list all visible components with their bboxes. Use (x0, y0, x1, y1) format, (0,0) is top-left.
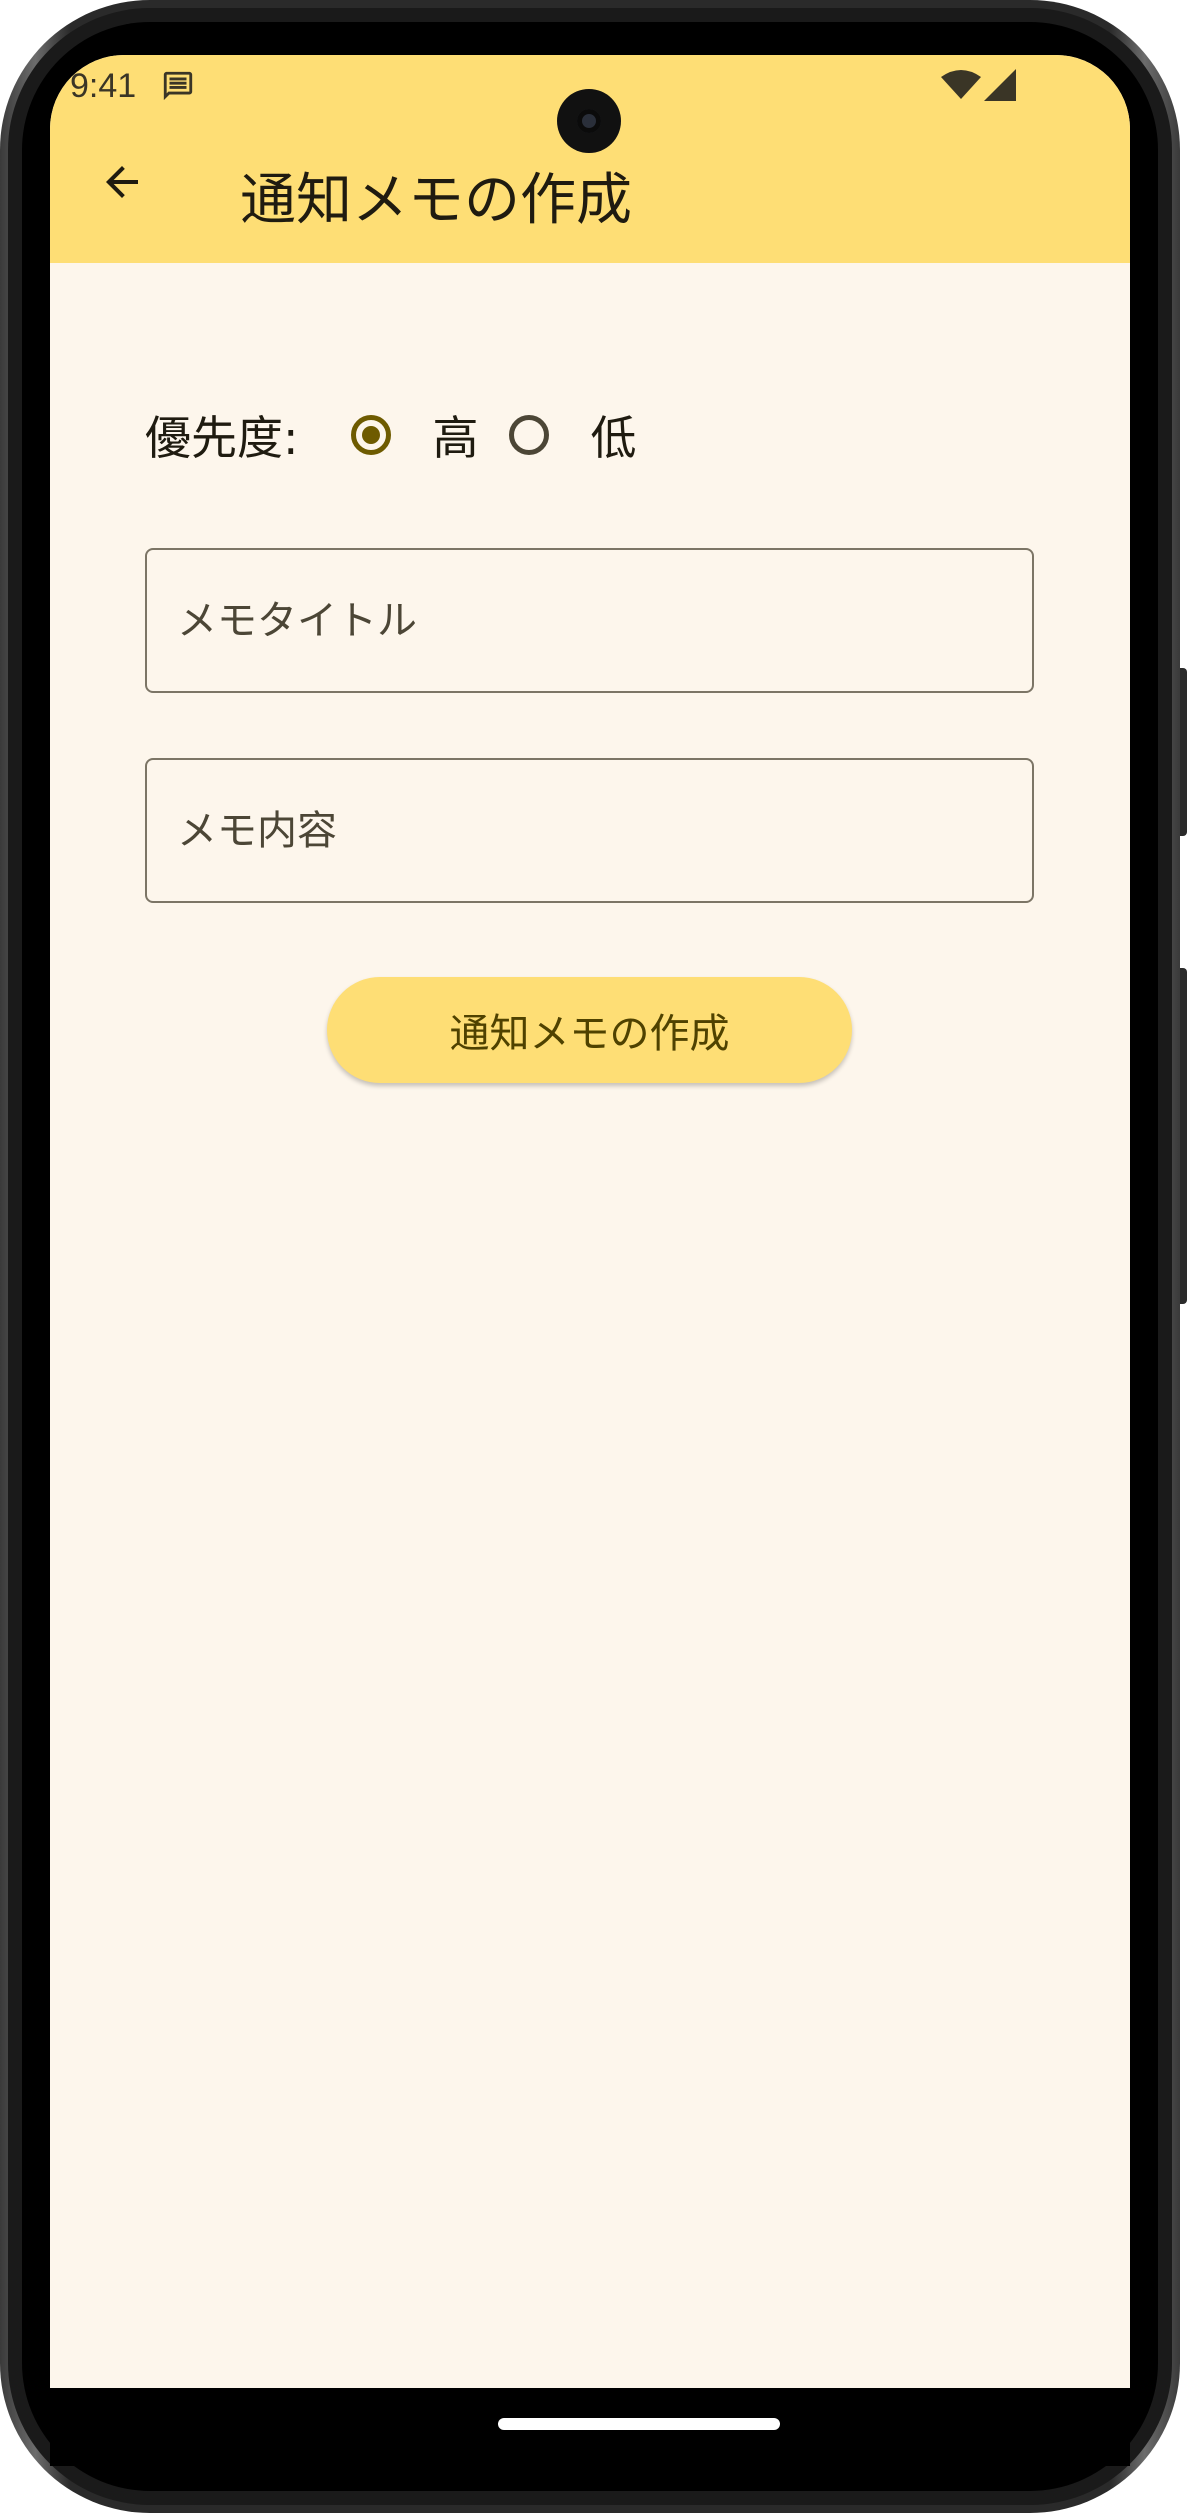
back-button[interactable] (90, 150, 154, 214)
top-app-bar: 9:41 通知メモの作成 (50, 55, 1130, 263)
front-camera (557, 89, 621, 153)
priority-high-radio[interactable] (350, 415, 391, 455)
phone-device: 9:41 通知メモの作成 優先度: 高 低 メモタイトル メモ内容 通知メモの作… (0, 0, 1187, 2513)
gesture-nav-bar (50, 2388, 1130, 2466)
arrow-left-icon (106, 166, 138, 198)
create-memo-button[interactable]: 通知メモの作成 (327, 977, 852, 1083)
priority-selector: 優先度: 高 低 (145, 395, 637, 475)
memo-title-input[interactable] (177, 550, 997, 691)
memo-title-field[interactable] (145, 548, 1034, 693)
status-time: 9:41 (70, 67, 137, 105)
memo-body-input[interactable] (177, 760, 997, 901)
page-title: 通知メモの作成 (240, 168, 632, 233)
priority-low-label[interactable]: 低 (591, 402, 637, 468)
priority-low-option[interactable]: 低 (508, 402, 637, 468)
signal-icon (984, 69, 1016, 101)
priority-high-label[interactable]: 高 (433, 402, 479, 468)
priority-low-radio[interactable] (508, 415, 549, 455)
wifi-icon (941, 70, 981, 99)
app-screen: 9:41 通知メモの作成 優先度: 高 低 メモタイトル メモ内容 通知メモの作… (50, 55, 1130, 2395)
priority-high-option[interactable]: 高 (350, 402, 479, 468)
message-icon (163, 71, 193, 101)
home-indicator[interactable] (498, 2418, 780, 2430)
priority-label: 優先度: (145, 411, 299, 465)
memo-body-field[interactable] (145, 758, 1034, 903)
